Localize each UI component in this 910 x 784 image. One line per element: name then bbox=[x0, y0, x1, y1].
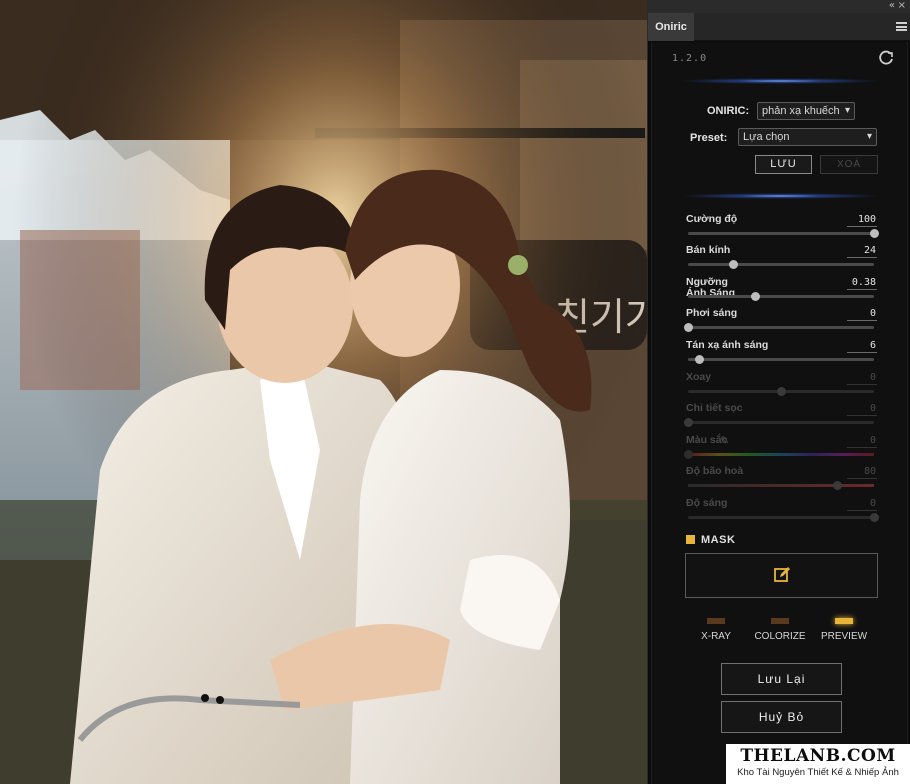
slider-track[interactable] bbox=[688, 481, 874, 490]
slider-value-field[interactable]: 6 bbox=[847, 340, 877, 353]
slider-track[interactable] bbox=[684, 418, 874, 427]
slider-value-field[interactable]: 100 bbox=[847, 214, 877, 227]
slider-value-field[interactable]: 0 bbox=[847, 308, 877, 321]
toggle-label: X-RAY bbox=[701, 631, 731, 642]
oniric-mode-value: phản xạ khuếch bbox=[762, 105, 840, 117]
oniric-label: ONIRIC: bbox=[707, 105, 750, 117]
slider-value-field[interactable]: 0 bbox=[847, 498, 877, 511]
glow-divider-bottom bbox=[680, 193, 880, 199]
cancel-button[interactable]: Huỷ Bỏ bbox=[721, 701, 842, 733]
slider-value-field[interactable]: 0 bbox=[847, 435, 877, 448]
slider-track[interactable] bbox=[684, 323, 874, 332]
slider-thumb[interactable] bbox=[750, 292, 760, 301]
slider-thumb[interactable] bbox=[728, 260, 738, 269]
watermark-title: THELANB.COM bbox=[740, 746, 896, 766]
slider-thumb[interactable] bbox=[870, 229, 879, 238]
oniric-mode-select[interactable]: phản xạ khuếch ▾ bbox=[757, 102, 855, 120]
preset-value: Lựa chọn bbox=[743, 131, 790, 143]
mask-edit-area[interactable] bbox=[685, 553, 878, 598]
refresh-icon[interactable] bbox=[877, 49, 895, 67]
close-panel-icon[interactable]: × bbox=[898, 0, 906, 12]
mask-label: MASK bbox=[701, 534, 736, 546]
slider-label: Chi tiết sọc bbox=[686, 402, 743, 414]
toggle-colorize[interactable] bbox=[771, 618, 789, 624]
edit-icon[interactable] bbox=[773, 566, 791, 584]
slider-track[interactable] bbox=[688, 355, 874, 364]
slider-track[interactable] bbox=[688, 387, 874, 396]
slider-label: Cường độ bbox=[686, 213, 738, 225]
slider-label: Tán xạ ánh sáng bbox=[686, 339, 769, 351]
slider-label: Độ bão hoà bbox=[686, 465, 744, 477]
slider-label: Phơi sáng bbox=[686, 307, 738, 319]
slider-label: Xoay bbox=[686, 371, 712, 383]
slider-value-field[interactable]: 24 bbox=[847, 245, 877, 258]
save-preset-button[interactable]: LƯU bbox=[755, 155, 812, 174]
slider-value-field[interactable]: 80 bbox=[847, 466, 877, 479]
slider-thumb[interactable] bbox=[777, 387, 786, 396]
toggle-label: PREVIEW bbox=[820, 631, 868, 642]
slider-track[interactable] bbox=[688, 229, 879, 238]
panel-content: 1.2.0 ONIRIC: phản xạ khuếch ▾ Preset: L… bbox=[651, 42, 908, 784]
version-label: 1.2.0 bbox=[672, 53, 708, 64]
toggle-label: COLORIZE bbox=[754, 631, 806, 642]
photo-canvas[interactable]: 친기가 bbox=[0, 0, 647, 784]
slider-track[interactable] bbox=[688, 292, 874, 301]
slider-label: Độ sáng bbox=[686, 497, 728, 509]
mask-checkbox[interactable] bbox=[686, 535, 695, 544]
preset-label: Preset: bbox=[690, 132, 728, 144]
eyedropper-icon[interactable]: ✎ bbox=[720, 434, 729, 447]
preset-select[interactable]: Lựa chọn ▾ bbox=[738, 128, 877, 146]
delete-preset-button[interactable]: XOÁ bbox=[820, 155, 878, 174]
slider-thumb[interactable] bbox=[684, 418, 693, 427]
slider-thumb[interactable] bbox=[832, 481, 842, 490]
apply-button[interactable]: Lưu Lại bbox=[721, 663, 842, 695]
panel-title-bar: « × bbox=[648, 0, 910, 13]
toggle-xray[interactable] bbox=[707, 618, 725, 624]
panel-menu-icon[interactable] bbox=[896, 22, 907, 31]
slider-label: Màu sắc bbox=[686, 434, 728, 446]
panel-tabbar: Oniric bbox=[648, 13, 910, 41]
slider-thumb[interactable] bbox=[695, 355, 705, 364]
slider-track[interactable] bbox=[688, 513, 879, 522]
slider-thumb[interactable] bbox=[684, 323, 693, 332]
toggle-preview[interactable] bbox=[835, 618, 853, 624]
slider-thumb[interactable] bbox=[684, 450, 693, 459]
chevron-down-icon: ▾ bbox=[844, 105, 850, 116]
chevron-down-icon: ▾ bbox=[866, 131, 872, 142]
couple-photo: 친기가 bbox=[0, 0, 647, 784]
slider-label: Bán kính bbox=[686, 244, 731, 256]
tab-oniric[interactable]: Oniric bbox=[648, 13, 694, 41]
slider-track[interactable] bbox=[684, 450, 874, 459]
collapse-icon[interactable]: « bbox=[889, 0, 895, 12]
oniric-panel: « × Oniric 1.2.0 ONIRIC: phản xạ khuếch … bbox=[647, 0, 910, 784]
watermark-subtitle: Kho Tài Nguyên Thiết Kế & Nhiếp Ảnh bbox=[737, 767, 899, 778]
slider-thumb[interactable] bbox=[870, 513, 879, 522]
slider-value-field[interactable]: 0 bbox=[847, 403, 877, 416]
watermark: THELANB.COM Kho Tài Nguyên Thiết Kế & Nh… bbox=[726, 744, 910, 784]
glow-divider-top bbox=[680, 78, 880, 84]
slider-track[interactable] bbox=[688, 260, 874, 269]
slider-value-field[interactable]: 0 bbox=[847, 372, 877, 385]
slider-value-field[interactable]: 0.38 bbox=[847, 277, 877, 290]
